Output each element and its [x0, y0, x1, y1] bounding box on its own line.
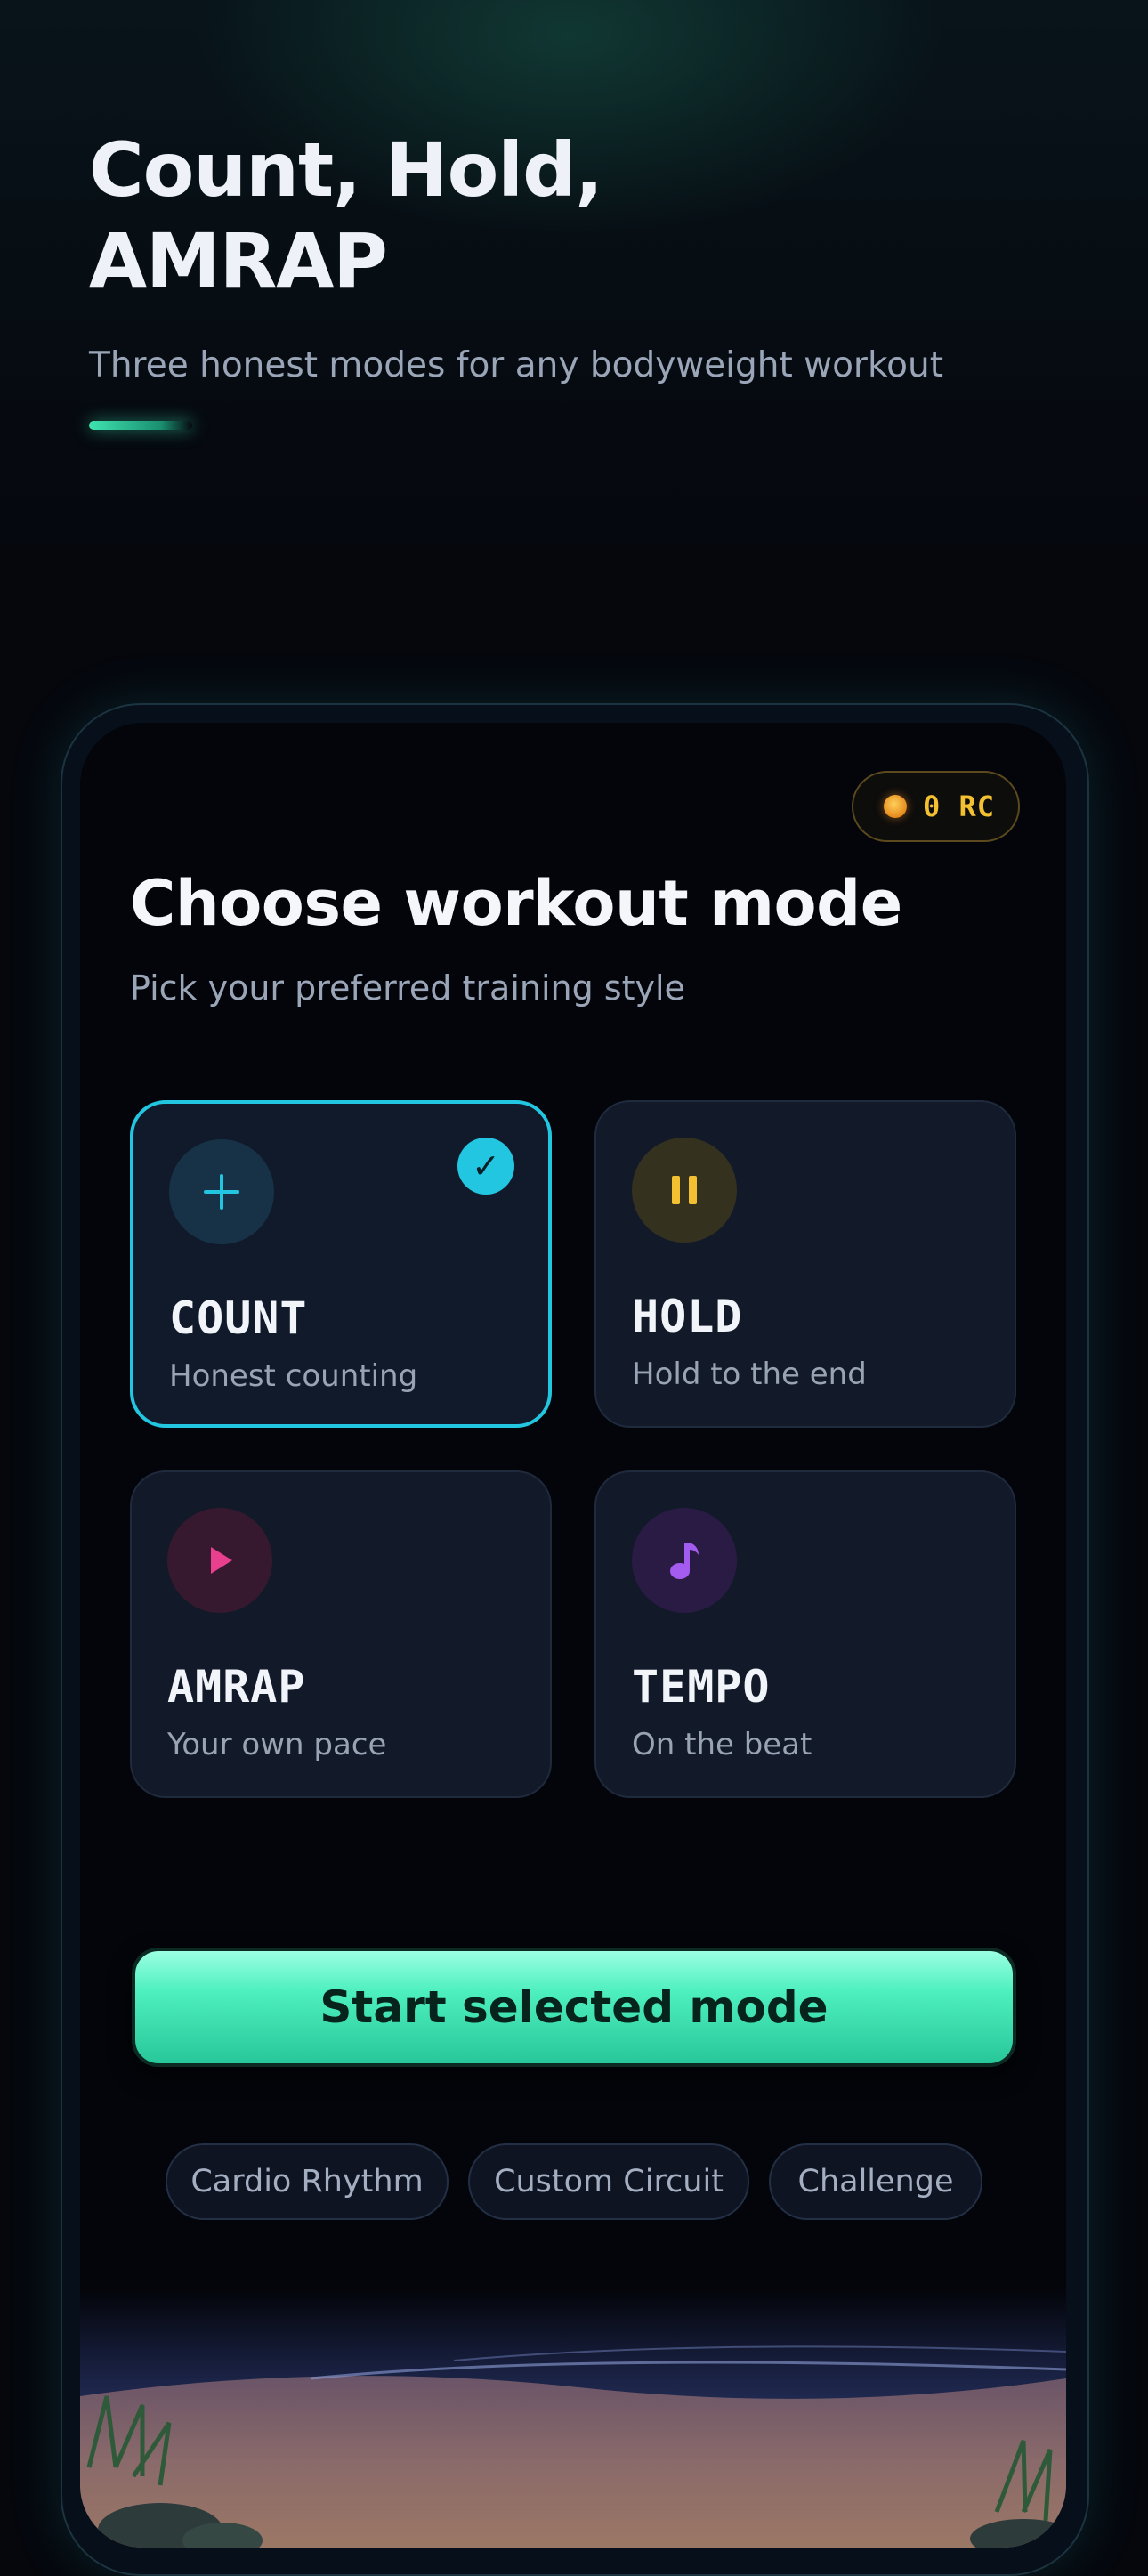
mode-name: AMRAP: [167, 1661, 306, 1713]
mode-description: On the beat: [632, 1727, 812, 1762]
hero-header: Count, Hold, AMRAP Three honest modes fo…: [89, 125, 1068, 430]
beach-illustration: [80, 2289, 1066, 2548]
mode-name: HOLD: [632, 1291, 743, 1342]
mode-card-tempo[interactable]: TEMPO On the beat: [594, 1470, 1016, 1798]
screen-title: Choose workout mode: [130, 867, 902, 940]
plus-icon: [169, 1139, 274, 1244]
mode-description: Your own pace: [167, 1727, 387, 1762]
mode-description: Honest counting: [169, 1358, 418, 1394]
start-selected-mode-button[interactable]: Start selected mode: [132, 1948, 1016, 2067]
mode-name: TEMPO: [632, 1661, 771, 1713]
hero-title: Count, Hold, AMRAP: [89, 126, 603, 304]
mode-card-count[interactable]: ✓ COUNT Honest counting: [130, 1100, 552, 1428]
mode-name: COUNT: [169, 1292, 308, 1344]
phone-screen: 0 RC Choose workout mode Pick your prefe…: [80, 723, 1066, 2548]
music-note-icon: [632, 1508, 737, 1613]
selected-check-icon: ✓: [457, 1138, 514, 1195]
pause-icon: [632, 1138, 737, 1243]
mode-card-amrap[interactable]: AMRAP Your own pace: [130, 1470, 552, 1798]
chip-cardio-rhythm[interactable]: Cardio Rhythm: [166, 2143, 449, 2220]
chip-challenge[interactable]: Challenge: [769, 2143, 982, 2220]
screen-subtitle: Pick your preferred training style: [130, 968, 685, 1008]
mode-card-hold[interactable]: HOLD Hold to the end: [594, 1100, 1016, 1428]
coin-balance-badge[interactable]: 0 RC: [851, 771, 1020, 842]
hero-subtitle: Three honest modes for any bodyweight wo…: [89, 345, 944, 385]
coin-icon: [883, 795, 907, 818]
mode-description: Hold to the end: [632, 1357, 867, 1392]
chip-custom-circuit[interactable]: Custom Circuit: [468, 2143, 749, 2220]
hero-accent-bar: [89, 421, 192, 430]
coin-balance-value: 0 RC: [922, 790, 995, 823]
play-icon: [167, 1508, 272, 1613]
